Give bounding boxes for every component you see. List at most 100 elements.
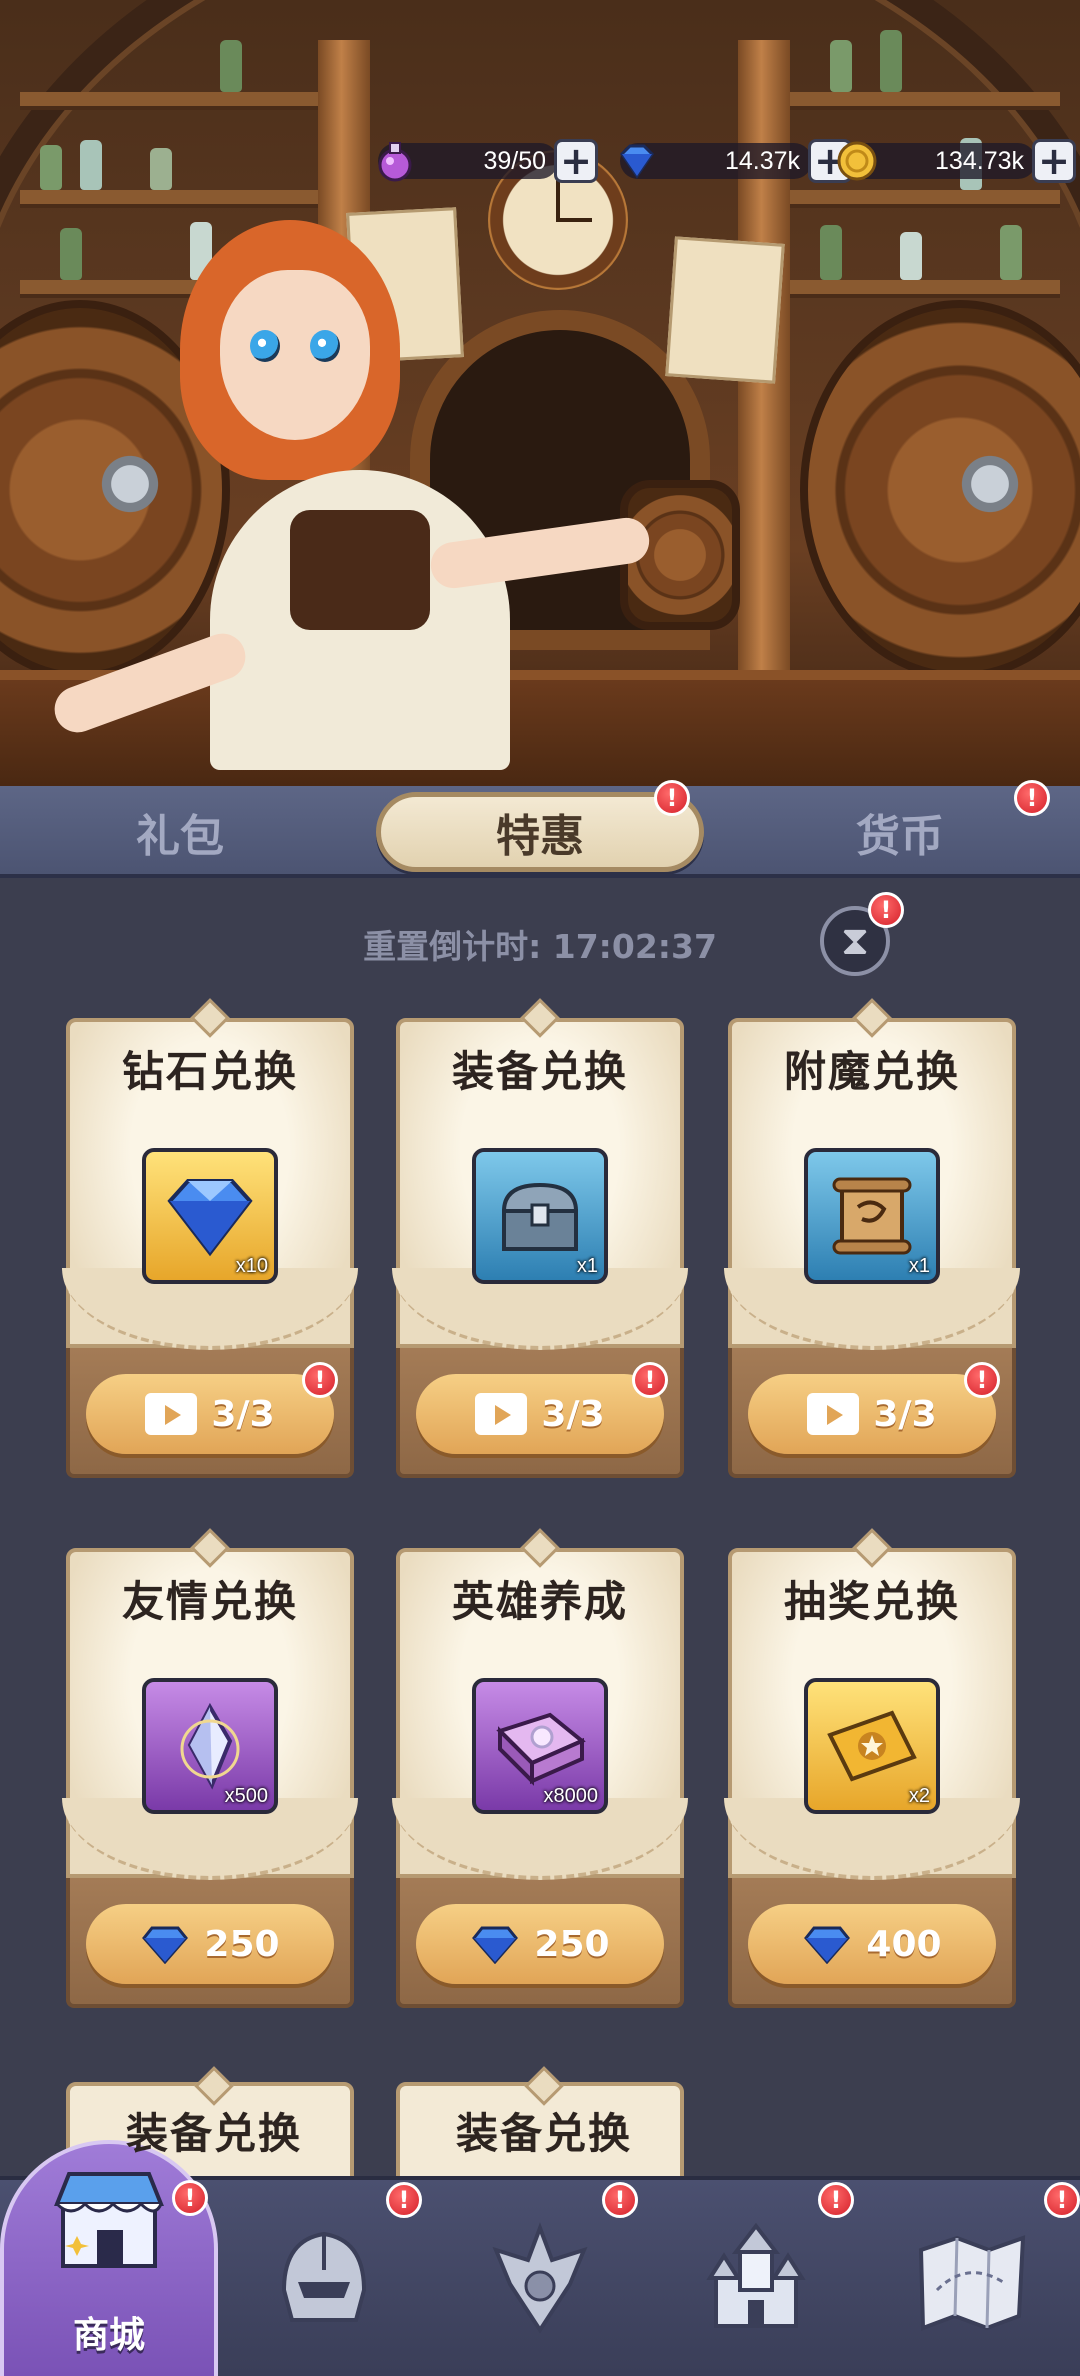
reward-item[interactable]: x8000 [472,1678,608,1814]
alert-badge: ! [868,892,904,928]
item-quantity: x1 [576,1255,598,1277]
diamond-icon [167,1179,253,1257]
watch-ad-button[interactable]: 3/3 [416,1374,664,1454]
shop-icon [54,2172,164,2268]
card-title: 装备兑换 [455,2109,632,2158]
item-quantity: x10 [235,1255,268,1277]
ticket-icon [827,1710,917,1782]
alert-badge: ! [1044,2182,1080,2218]
remaining-count: 3/3 [873,1393,937,1435]
nav-map[interactable]: ! [864,2180,1080,2376]
shopkeeper-character [48,220,660,780]
helmet-icon [281,2231,367,2322]
bottle [1000,225,1022,280]
shelf [790,280,1060,294]
video-icon [475,1393,528,1435]
item-quantity: x1 [908,1255,930,1277]
diamond-icon [472,1926,519,1964]
bottom-navigation: 商城 ! ! ! ! ! [0,2140,1080,2376]
watch-ad-button[interactable]: 3/3 [748,1374,996,1454]
map-icon [918,2235,1026,2331]
crystal-shard-icon [180,1702,240,1790]
reward-item[interactable]: x1 [804,1148,940,1284]
reward-item[interactable]: x500 [142,1678,278,1814]
reset-countdown: 重置倒计时: 17:02:37 [363,927,717,966]
price: 400 [866,1923,942,1965]
item-quantity: x8000 [543,1785,599,1807]
watch-ad-button[interactable]: 3/3 [86,1374,334,1454]
diamond-icon [142,1926,189,1964]
shop-tab-bar: 礼包 特惠 ! 货币 ! [0,780,1080,878]
remaining-count: 3/3 [211,1393,275,1435]
character-eye [310,330,340,362]
crest-icon [492,2222,588,2334]
card-title: 钻石兑换 [121,1047,298,1096]
buy-with-diamonds-button[interactable]: 250 [416,1904,664,1984]
offer-card-equipment-exchange: 装备兑换 x1 3/3 ! [392,998,688,1478]
offer-card-friendship-exchange: 友情兑换 x500 250 [62,1528,358,2008]
castle-icon [706,2222,806,2328]
buy-with-diamonds-button[interactable]: 400 [748,1904,996,1984]
alert-badge: ! [654,780,690,816]
alert-badge: ! [964,1362,1000,1398]
price: 250 [204,1923,280,1965]
card-title: 附魔兑换 [783,1047,960,1096]
resource-gold: 134.73k + [837,138,1076,184]
buy-with-diamonds-button[interactable]: 250 [86,1904,334,1984]
card-title: 英雄养成 [451,1577,628,1626]
nav-shop[interactable]: 商城 ! [0,2140,218,2376]
alert-badge: ! [386,2182,422,2218]
nav-castle[interactable]: ! [648,2180,864,2376]
alert-badge: ! [1014,780,1050,816]
bottle [80,140,102,190]
bottle [150,148,172,190]
bottle [820,225,842,280]
reward-item[interactable]: x1 [472,1148,608,1284]
scroll-icon [832,1177,912,1255]
bottle [220,40,242,92]
diamond-icon [620,144,654,179]
offer-card-diamond-exchange: 钻石兑换 x10 3/3 ! [62,998,358,1478]
nav-heroes[interactable]: ! [216,2180,432,2376]
diamond-icon [804,1926,851,1964]
reward-item[interactable]: x2 [804,1678,940,1814]
card-title: 装备兑换 [125,2109,302,2158]
offer-card-partial[interactable]: 装备兑换 [396,2066,684,2178]
tap-icon [960,430,1020,520]
tab-label: 货币 [856,811,944,862]
shelf [20,92,320,106]
shelf [790,190,1060,204]
offer-card-lottery-exchange: 抽奖兑换 x2 400 [724,1528,1020,2008]
tab-gift-packs[interactable]: 礼包 [60,786,300,878]
spellbook-icon [496,1712,586,1786]
add-stamina-button[interactable]: + [554,139,598,183]
resource-diamonds: 14.37k + [620,138,852,184]
tab-label: 特惠 [496,811,584,862]
alert-badge: ! [302,1362,338,1398]
nav-label: 商城 [72,2315,145,2356]
shelf [790,92,1060,106]
notice-poster [665,236,785,384]
card-title: 友情兑换 [121,1577,298,1626]
remaining-count: 3/3 [541,1393,605,1435]
alert-badge: ! [172,2180,208,2216]
card-title: 抽奖兑换 [783,1577,960,1626]
character-corset [290,510,430,630]
nav-battle[interactable]: ! [432,2180,648,2376]
offer-card-hero-training: 英雄养成 x8000 250 [392,1528,688,2008]
card-title: 装备兑换 [451,1047,628,1096]
reward-item[interactable]: x10 [142,1148,278,1284]
add-gold-button[interactable]: + [1032,139,1076,183]
item-quantity: x2 [908,1785,930,1807]
character-face [220,270,370,440]
video-icon [807,1393,860,1435]
gold-coin-icon [837,141,877,181]
tab-currency[interactable]: 货币 [780,786,1020,878]
chest-icon [501,1182,579,1251]
shop-banner-scene: 39/50 + 14.37k + 134.73k + [0,0,1080,786]
price: 250 [534,1923,610,1965]
character-eye [250,330,280,362]
video-icon [145,1393,198,1435]
special-offers-panel: 重置倒计时: 17:02:37 ⧗ ! 钻石兑换 x10 3/3 ! 装备兑换 [0,878,1080,2178]
tab-label: 礼包 [136,811,224,862]
